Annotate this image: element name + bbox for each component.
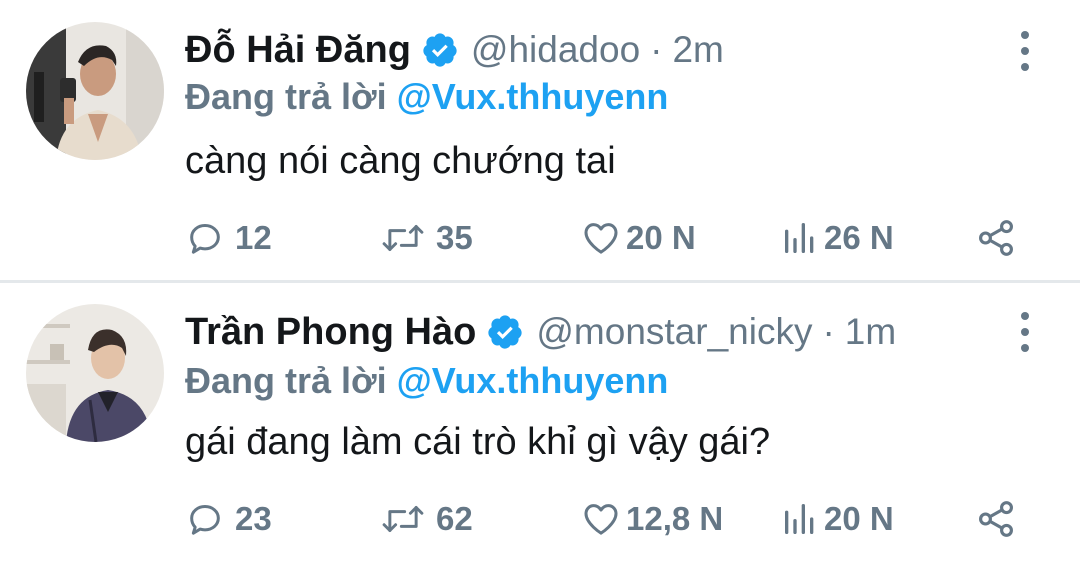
- views-chart-icon: [785, 504, 814, 534]
- tweet-text: gái đang làm cái trò khỉ gì vậy gái?: [185, 421, 771, 463]
- heart-icon: [584, 504, 618, 535]
- reply-count: 12: [235, 219, 272, 256]
- share-icon: [979, 501, 1013, 537]
- share-button[interactable]: [975, 210, 1017, 266]
- action-bar: 12 35 20 N 26 N: [185, 210, 1035, 266]
- separator: ·: [650, 29, 663, 70]
- replying-prefix: Đang trả lời: [185, 76, 387, 117]
- replying-prefix: Đang trả lời: [185, 360, 387, 401]
- action-bar: 23 62 12,8 N 20 N: [185, 491, 1035, 547]
- replying-to: Đang trả lời @Vux.thhuyenn: [185, 76, 668, 118]
- replying-to-link[interactable]: @Vux.thhuyenn: [397, 360, 669, 401]
- verified-badge-icon: [421, 31, 459, 69]
- like-button[interactable]: 20 N: [580, 210, 696, 266]
- reply-icon: [190, 505, 220, 535]
- avatar[interactable]: [26, 22, 164, 160]
- more-vertical-icon[interactable]: [1010, 312, 1040, 352]
- views-button[interactable]: 20 N: [780, 491, 894, 547]
- reply-button[interactable]: 12: [185, 210, 272, 266]
- retweet-icon: [382, 225, 424, 251]
- replying-to-link[interactable]: @Vux.thhuyenn: [397, 76, 669, 117]
- timestamp[interactable]: 2m: [672, 29, 723, 71]
- like-count: 20 N: [626, 219, 696, 256]
- reply-button[interactable]: 23: [185, 491, 272, 547]
- separator: ·: [822, 311, 835, 352]
- tweet[interactable]: Đỗ Hải Đăng @hidadoo · 2m Đang trả lời @…: [0, 0, 1080, 280]
- retweet-count: 35: [436, 219, 473, 256]
- view-count: 26 N: [824, 219, 894, 256]
- heart-icon: [584, 223, 618, 254]
- retweet-count: 62: [436, 500, 473, 537]
- tweet-feed: Đỗ Hải Đăng @hidadoo · 2m Đang trả lời @…: [0, 0, 1080, 563]
- author-name[interactable]: Đỗ Hải Đăng: [185, 29, 411, 72]
- retweet-icon: [382, 506, 424, 532]
- views-chart-icon: [785, 223, 814, 253]
- more-vertical-icon[interactable]: [1010, 31, 1040, 71]
- reply-count: 23: [235, 500, 272, 537]
- retweet-button[interactable]: 35: [380, 210, 473, 266]
- avatar[interactable]: [26, 304, 164, 442]
- reply-icon: [190, 224, 220, 254]
- timestamp[interactable]: 1m: [845, 311, 896, 353]
- author-handle[interactable]: @hidadoo: [471, 29, 640, 71]
- tweet[interactable]: Trần Phong Hào @monstar_nicky · 1m Đang …: [0, 283, 1080, 563]
- tweet-text: càng nói càng chướng tai: [185, 140, 616, 182]
- share-icon: [979, 220, 1013, 256]
- author-handle[interactable]: @monstar_nicky: [536, 311, 812, 353]
- retweet-button[interactable]: 62: [380, 491, 473, 547]
- share-button[interactable]: [975, 491, 1017, 547]
- tweet-header: Trần Phong Hào @monstar_nicky · 1m: [185, 304, 896, 360]
- tweet-header: Đỗ Hải Đăng @hidadoo · 2m: [185, 22, 724, 78]
- view-count: 20 N: [824, 500, 894, 537]
- verified-badge-icon: [486, 313, 524, 351]
- like-count: 12,8 N: [626, 500, 724, 537]
- like-button[interactable]: 12,8 N: [580, 491, 723, 547]
- author-name[interactable]: Trần Phong Hào: [185, 311, 476, 354]
- replying-to: Đang trả lời @Vux.thhuyenn: [185, 360, 668, 402]
- views-button[interactable]: 26 N: [780, 210, 894, 266]
